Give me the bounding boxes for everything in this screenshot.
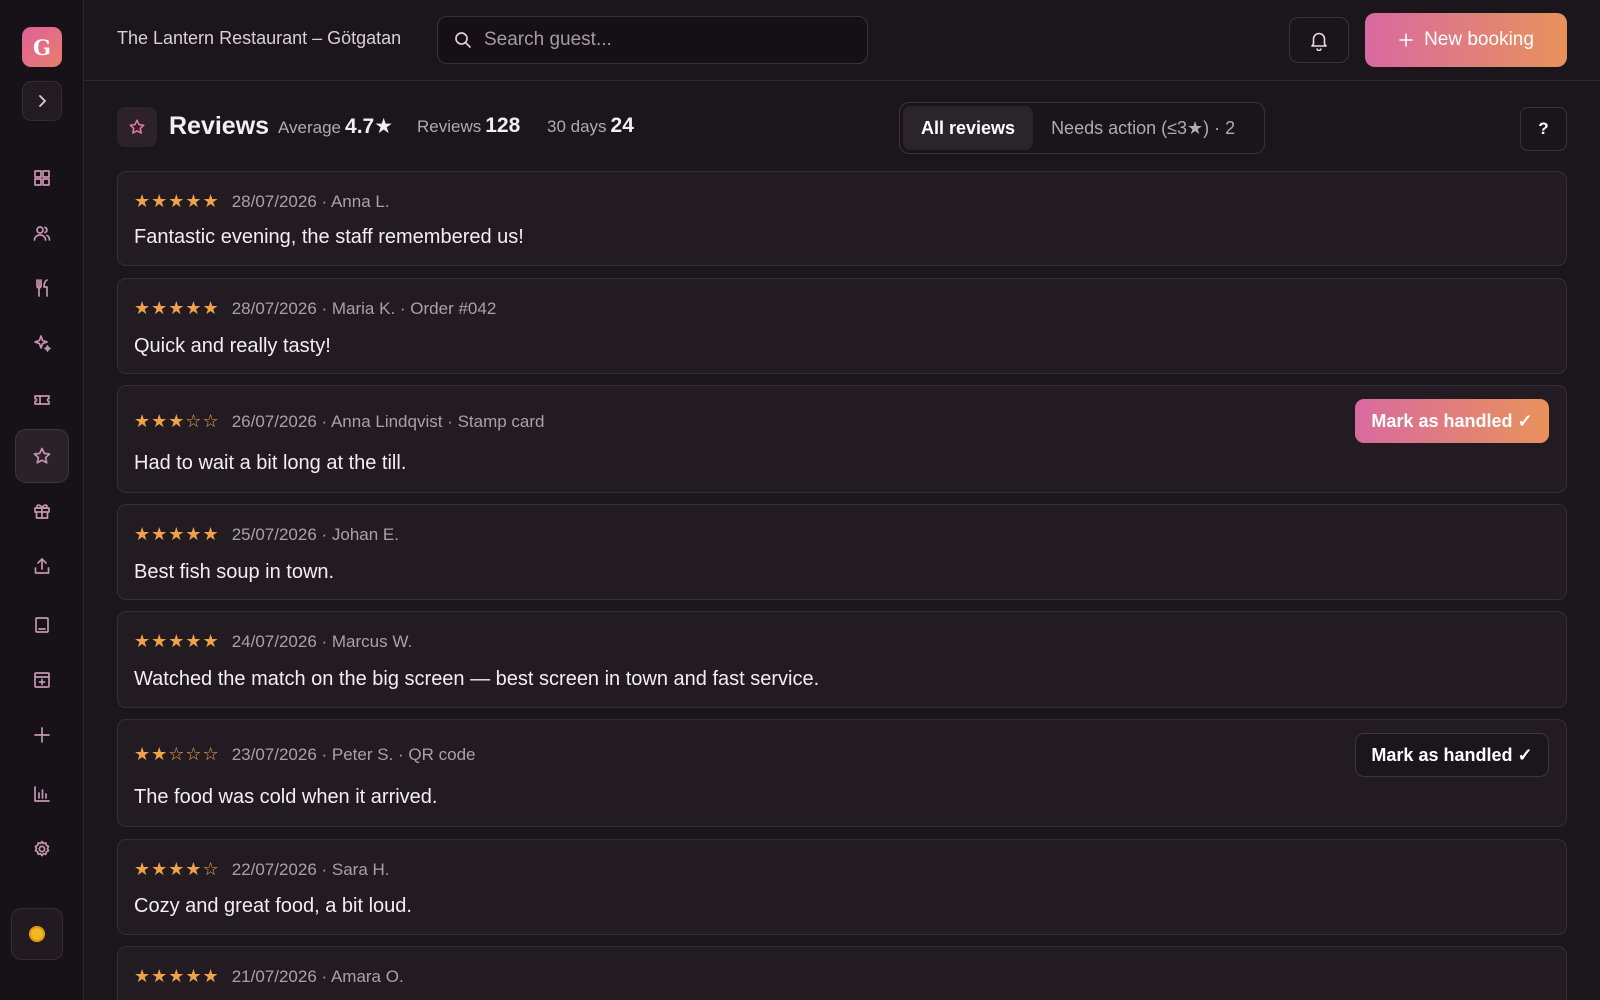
review-meta: 28/07/2026 · Maria K. · Order #042 [231, 298, 497, 318]
chevron-right-icon [39, 95, 46, 107]
star-rating: ★★☆☆☆ [134, 744, 220, 765]
reviews-count-label: Reviews [417, 117, 482, 136]
star-rating: ★★★★★ [134, 631, 220, 652]
review-meta: 26/07/2026 · Anna Lindqvist · Stamp card [231, 411, 545, 431]
reviews-count-value: 128 [485, 114, 521, 137]
grid-icon [34, 170, 50, 186]
help-button[interactable]: ? [1520, 107, 1567, 151]
plus-icon [1399, 33, 1413, 47]
sidebar-item-bookings[interactable] [15, 598, 69, 652]
mark-as-handled-button[interactable]: Mark as handled ✓ [1355, 399, 1549, 443]
bell-icon [1311, 32, 1327, 51]
notifications-button[interactable] [1289, 17, 1349, 63]
review-text: Watched the match on the big screen — be… [134, 668, 820, 690]
star-icon [33, 447, 51, 464]
review-card: ★★★☆☆ 26/07/2026 · Anna Lindqvist · Stamp… [117, 385, 1567, 493]
star-rating: ★★★★★ [134, 191, 220, 212]
star-rating: ★★★★★ [134, 524, 220, 545]
theme-toggle-button[interactable] [11, 908, 63, 960]
upload-icon [34, 558, 50, 574]
bar-chart-icon [34, 786, 50, 802]
gear-icon [34, 840, 50, 857]
sidebar-item-settings[interactable] [15, 822, 69, 876]
sidebar-item-menu[interactable] [15, 261, 69, 315]
review-meta: 28/07/2026 · Anna L. [231, 191, 390, 211]
average-label: Average [278, 118, 342, 137]
review-text: Best fish soup in town. [134, 561, 335, 583]
review-card: ★★★★★ 28/07/2026 · Maria K. · Order #042 … [117, 278, 1567, 374]
tab-needs-action[interactable]: Needs action (≤3★) · 2 [1033, 106, 1253, 150]
gift-icon [34, 504, 50, 519]
search-input[interactable] [484, 29, 844, 51]
mark-as-handled-button[interactable]: Mark as handled ✓ [1355, 733, 1549, 777]
sparkles-icon [34, 335, 51, 352]
sun-icon [29, 926, 45, 942]
archive-icon [34, 672, 50, 688]
review-meta: 23/07/2026 · Peter S. · QR code [231, 744, 476, 764]
top-bar: The Lantern Restaurant – Götgatan New bo… [84, 0, 1600, 81]
review-meta: 21/07/2026 · Amara O. [231, 966, 404, 986]
app-logo[interactable]: G [22, 27, 62, 67]
sidebar-item-export[interactable] [15, 539, 69, 593]
page-title: Reviews [169, 112, 270, 140]
review-text: Fantastic evening, the staff remembered … [134, 226, 524, 248]
review-card: ★★★★☆ 22/07/2026 · Sara H. Cozy and great… [117, 839, 1567, 935]
star-rating: ★★★☆☆ [134, 411, 220, 432]
sidebar-item-guests[interactable] [15, 206, 69, 260]
sidebar-item-stats[interactable] [15, 767, 69, 821]
star-icon [129, 119, 145, 134]
sidebar: G [0, 0, 84, 1000]
search-box[interactable] [437, 16, 868, 64]
sidebar-item-archive[interactable] [15, 653, 69, 707]
review-card: ★★☆☆☆ 23/07/2026 · Peter S. · QR code Mar… [117, 719, 1567, 827]
new-booking-button[interactable]: New booking [1365, 13, 1567, 67]
review-card: ★★★★★ 25/07/2026 · Johan E. Best fish sou… [117, 504, 1567, 600]
review-card: ★★★★★ 24/07/2026 · Marcus W. Watched the … [117, 611, 1567, 708]
sidebar-item-tickets[interactable] [15, 373, 69, 427]
review-text: Cozy and great food, a bit loud. [134, 895, 412, 917]
sidebar-item-add[interactable] [15, 708, 69, 762]
star-rating: ★★★★☆ [134, 859, 220, 880]
reviews-title-icon [117, 107, 157, 147]
utensils-icon [36, 279, 48, 297]
reviews-count-stat: Reviews 128 [417, 114, 520, 138]
thirty-days-value: 24 [610, 114, 634, 137]
users-icon [33, 226, 51, 241]
average-value: 4.7★ [345, 115, 394, 138]
review-card: ★★★★★ 28/07/2026 · Anna L. Fantastic even… [117, 171, 1567, 266]
search-icon [455, 32, 471, 48]
sidebar-item-ai[interactable] [15, 316, 69, 370]
expand-sidebar-button[interactable] [22, 81, 62, 121]
sidebar-item-reviews[interactable] [15, 429, 69, 483]
review-meta: 25/07/2026 · Johan E. [231, 524, 399, 544]
plus-icon [34, 727, 50, 743]
star-rating: ★★★★★ [134, 298, 220, 319]
review-meta: 22/07/2026 · Sara H. [231, 859, 390, 879]
sidebar-item-gifts[interactable] [15, 484, 69, 538]
review-card: ★★★★★ 21/07/2026 · Amara O. [117, 946, 1567, 1000]
new-booking-label: New booking [1424, 29, 1534, 50]
ticket-icon [34, 395, 50, 405]
review-text: Had to wait a bit long at the till. [134, 452, 407, 474]
sidebar-item-dashboard[interactable] [15, 151, 69, 205]
review-meta: 24/07/2026 · Marcus W. [231, 631, 413, 651]
star-rating: ★★★★★ [134, 966, 220, 987]
review-filter-tabs: All reviews Needs action (≤3★) · 2 [899, 102, 1265, 154]
review-text: Quick and really tasty! [134, 335, 331, 357]
thirty-days-label: 30 days [547, 117, 607, 136]
venue-name: The Lantern Restaurant – Götgatan [117, 28, 402, 48]
review-text: The food was cold when it arrived. [134, 786, 438, 808]
thirty-days-stat: 30 days 24 [547, 114, 634, 138]
average-stat: Average 4.7★ [278, 114, 393, 139]
tab-all-reviews[interactable]: All reviews [903, 106, 1034, 150]
book-icon [35, 617, 49, 633]
